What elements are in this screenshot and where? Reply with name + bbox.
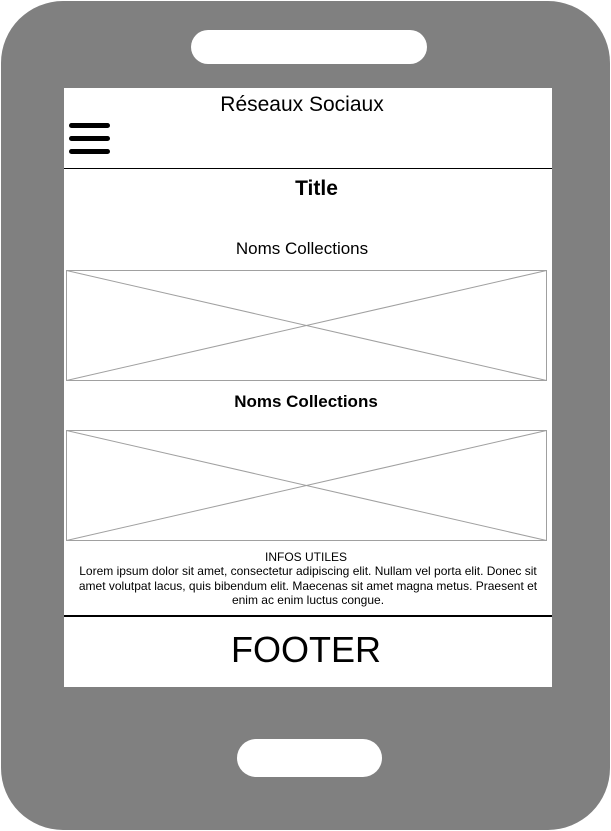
hamburger-bar	[69, 123, 110, 128]
collection-title: Noms Collections	[235, 239, 369, 258]
image-placeholder[interactable]	[66, 430, 547, 541]
header-divider	[64, 168, 552, 169]
footer-divider	[64, 615, 552, 617]
hamburger-bar	[69, 136, 110, 141]
collection-title: Noms Collections	[234, 392, 378, 411]
phone-frame: Réseaux Sociaux Title Noms Collections N…	[1, 1, 610, 830]
page-title: Title	[295, 177, 338, 200]
infos-text: Lorem ipsum dolor sit amet, consectetur …	[78, 564, 538, 607]
hamburger-bar	[69, 149, 110, 154]
footer-label: FOOTER	[231, 629, 381, 670]
home-button[interactable]	[237, 739, 382, 777]
infos-title: INFOS UTILES	[264, 550, 347, 564]
hamburger-menu-icon[interactable]	[69, 122, 112, 158]
image-placeholder[interactable]	[66, 270, 547, 381]
app-title: Réseaux Sociaux	[220, 93, 384, 116]
phone-speaker	[191, 30, 427, 64]
phone-screen: Réseaux Sociaux Title Noms Collections N…	[64, 88, 552, 687]
